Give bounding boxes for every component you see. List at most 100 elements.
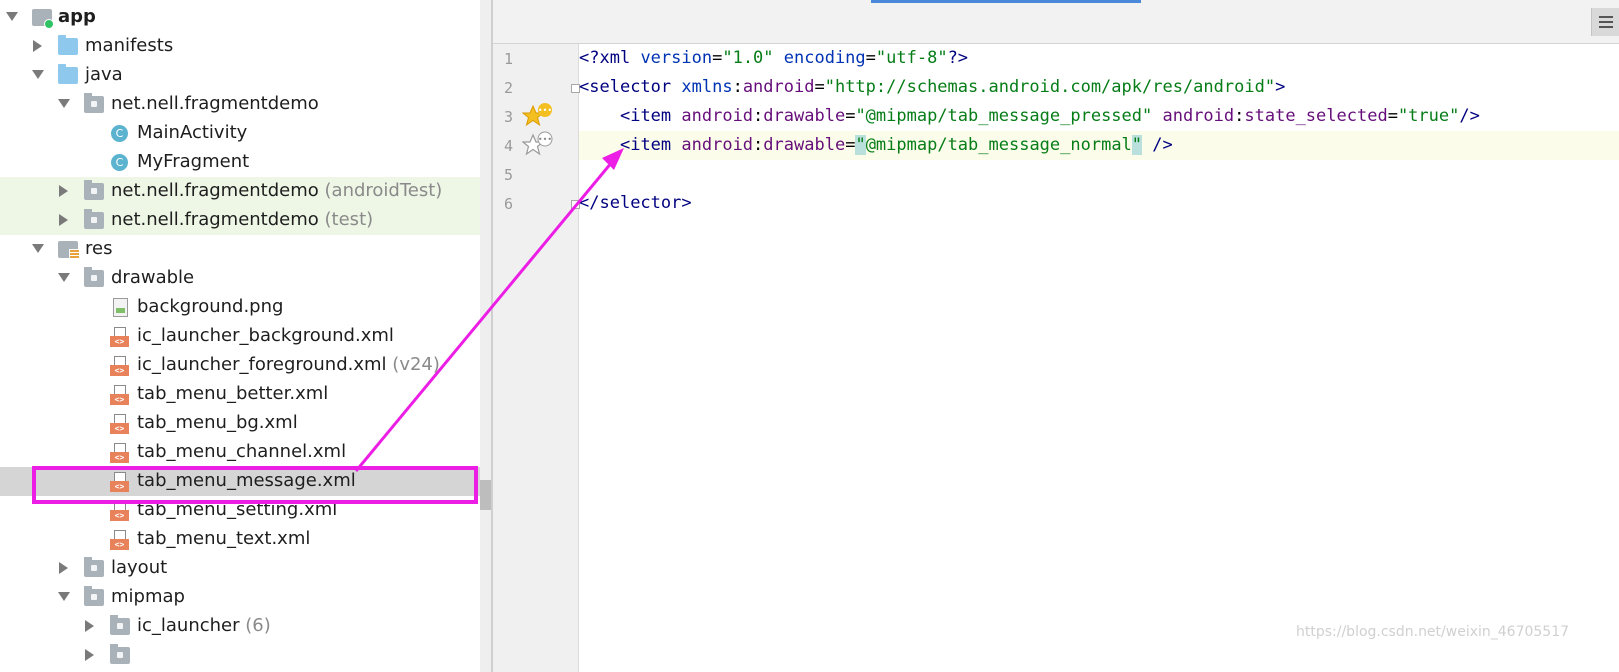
- tree-item-label: res: [85, 238, 113, 259]
- tree-row-package-test[interactable]: net.nell.fragmentdemo (test): [0, 206, 480, 235]
- tree-row-mipmap[interactable]: mipmap: [0, 583, 480, 612]
- tree-row-file[interactable]: <> ic_launcher_background.xml: [0, 322, 480, 351]
- xml-file-icon: <>: [110, 501, 129, 521]
- package-icon: [84, 209, 104, 229]
- tree-row-app[interactable]: app: [0, 3, 480, 32]
- tree-scrollbar-thumb[interactable]: [480, 480, 491, 510]
- tree-item-label: tab_menu_channel.xml: [137, 441, 347, 462]
- line-number: 2: [503, 79, 513, 97]
- package-icon: [84, 180, 104, 200]
- expand-arrow-icon[interactable]: [59, 185, 68, 197]
- expand-arrow-icon[interactable]: [59, 562, 68, 574]
- code-line: <item android:drawable="@mipmap/tab_mess…: [619, 106, 1480, 126]
- hamburger-menu-icon[interactable]: [1591, 8, 1619, 36]
- tree-item-label: ic_launcher (6): [137, 615, 271, 636]
- class-icon: C: [111, 125, 128, 142]
- tree-item-suffix: (6): [245, 615, 271, 636]
- tree-row-mainactivity[interactable]: C MainActivity: [0, 119, 480, 148]
- tree-item-label: drawable: [111, 267, 195, 288]
- tree-row-drawable[interactable]: drawable: [0, 264, 480, 293]
- star-outline-bookmark-icon[interactable]: •••: [522, 131, 554, 159]
- xml-file-icon: <>: [110, 530, 129, 550]
- tree-item-label: MyFragment: [137, 151, 250, 172]
- xml-file-icon: <>: [110, 327, 129, 347]
- resource-folder-icon: [58, 241, 80, 260]
- tree-row-res[interactable]: res: [0, 235, 480, 264]
- tree-row-file[interactable]: <> tab_menu_better.xml: [0, 380, 480, 409]
- xml-file-icon: <>: [110, 356, 129, 376]
- tree-item-label: java: [85, 64, 123, 85]
- tree-item-label: net.nell.fragmentdemo (test): [111, 209, 374, 230]
- watermark-text: https://blog.csdn.net/weixin_46705517: [1296, 624, 1570, 640]
- expand-arrow-icon[interactable]: [59, 214, 68, 226]
- code-line: <selector xmlns:android="http://schemas.…: [579, 77, 1286, 97]
- tree-row-file[interactable]: <> tab_menu_channel.xml: [0, 438, 480, 467]
- line-number: 6: [503, 195, 513, 213]
- tree-item-label: ic_launcher_foreground.xml (v24): [137, 354, 440, 375]
- star-bookmark-icon[interactable]: •••: [522, 102, 554, 130]
- line-number: 1: [503, 50, 513, 68]
- tree-scrollbar[interactable]: [480, 0, 491, 672]
- line-number: 5: [503, 166, 513, 184]
- tree-item-label: tab_menu_bg.xml: [137, 412, 298, 433]
- tree-row-file[interactable]: background.png: [0, 293, 480, 322]
- tree-item-label: MainActivity: [137, 122, 248, 143]
- annotation-highlight-box: [32, 466, 478, 504]
- tree-item-label: manifests: [85, 35, 174, 56]
- tree-item-label: mipmap: [111, 586, 185, 607]
- folder-icon: [58, 64, 78, 84]
- folder-icon: [84, 557, 104, 577]
- tree-row-layout[interactable]: layout: [0, 554, 480, 583]
- expand-arrow-icon[interactable]: [85, 649, 94, 661]
- editor-tab-bar: [493, 0, 1619, 44]
- tree-item-label: ic_launcher_background.xml: [137, 325, 394, 346]
- code-area[interactable]: <?xml version="1.0" encoding="utf-8"?> <…: [579, 44, 1619, 672]
- xml-file-icon: <>: [110, 385, 129, 405]
- matched-quote: ": [855, 135, 866, 155]
- project-tree-panel: app manifests java net.nell.fragmentdemo…: [0, 0, 495, 672]
- matched-quote: ": [1131, 135, 1143, 155]
- tree-row-file[interactable]: <> ic_launcher_foreground.xml (v24): [0, 351, 480, 380]
- code-editor: 1 2 3 4 5 6 ••• ••• <?xml version="1.0" …: [493, 0, 1619, 672]
- tree-item-label: net.nell.fragmentdemo (androidTest): [111, 180, 443, 201]
- xml-file-icon: <>: [110, 414, 129, 434]
- package-icon: [84, 93, 104, 113]
- code-line: </selector>: [579, 193, 692, 213]
- image-file-icon: [113, 298, 128, 317]
- tree-item-suffix: (v24): [392, 354, 440, 375]
- expand-arrow-icon[interactable]: [33, 40, 42, 52]
- xml-file-icon: <>: [110, 443, 129, 463]
- tree-row-ic-launcher[interactable]: ic_launcher (6): [0, 612, 480, 641]
- collapse-arrow-icon[interactable]: [58, 99, 70, 108]
- tree-row-file[interactable]: <> tab_menu_text.xml: [0, 525, 480, 554]
- tree-row-package-androidtest[interactable]: net.nell.fragmentdemo (androidTest): [0, 177, 480, 206]
- folder-icon: [110, 615, 130, 635]
- tree-item-label: tab_menu_better.xml: [137, 383, 329, 404]
- editor-gutter: 1 2 3 4 5 6 ••• •••: [493, 44, 580, 672]
- tree-row-myfragment[interactable]: C MyFragment: [0, 148, 480, 177]
- tree-item-label: background.png: [137, 296, 284, 317]
- tree-row-partial[interactable]: [0, 641, 480, 670]
- module-icon: [32, 9, 54, 29]
- folder-icon: [58, 35, 78, 55]
- collapse-arrow-icon[interactable]: [32, 244, 44, 253]
- tree-row-java[interactable]: java: [0, 61, 480, 90]
- line-number: 4: [503, 137, 513, 155]
- line-number: 3: [503, 108, 513, 126]
- collapse-arrow-icon[interactable]: [58, 273, 70, 282]
- active-tab-indicator: [871, 0, 1141, 3]
- collapse-arrow-icon[interactable]: [58, 592, 70, 601]
- collapse-arrow-icon[interactable]: [6, 12, 18, 21]
- tree-item-suffix: (test): [324, 209, 374, 230]
- tree-item-label: tab_menu_text.xml: [137, 528, 311, 549]
- tree-item-suffix: (androidTest): [324, 180, 443, 201]
- tree-row-package-main[interactable]: net.nell.fragmentdemo: [0, 90, 480, 119]
- tree-row-file[interactable]: <> tab_menu_bg.xml: [0, 409, 480, 438]
- expand-arrow-icon[interactable]: [85, 620, 94, 632]
- tree-item-label: layout: [111, 557, 168, 578]
- tree-row-manifests[interactable]: manifests: [0, 32, 480, 61]
- code-line-current: <item android:drawable="@mipmap/tab_mess…: [579, 131, 1619, 160]
- collapse-arrow-icon[interactable]: [32, 70, 44, 79]
- folder-icon: [110, 644, 130, 664]
